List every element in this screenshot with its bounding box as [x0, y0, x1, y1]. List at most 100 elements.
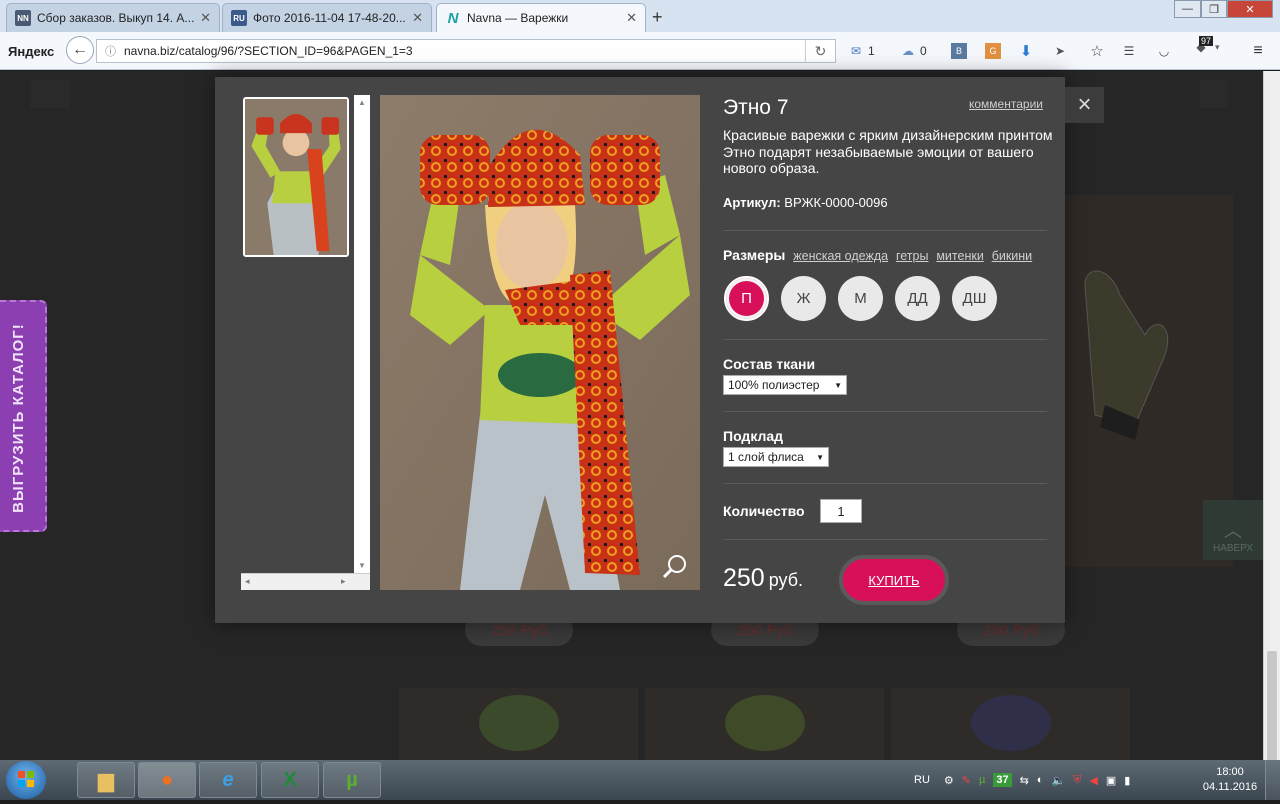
explorer-taskbar-button[interactable]: ▆: [77, 762, 135, 798]
article-line: Артикул: ВРЖК-0000-0096: [723, 195, 888, 210]
download-catalog-tab[interactable]: ВЫГРУЗИТЬ КАТАЛОГ!: [0, 300, 47, 532]
extension-icon: B: [951, 43, 967, 59]
size-link-mittens[interactable]: митенки: [936, 249, 983, 263]
tab-photo[interactable]: RU Фото 2016-11-04 17-48-20.... ✕: [222, 3, 432, 32]
send-button[interactable]: ➤: [1052, 42, 1068, 60]
info-icon[interactable]: ⓘ: [105, 43, 116, 59]
close-tab-icon[interactable]: ✕: [200, 10, 211, 26]
language-indicator[interactable]: RU: [914, 774, 930, 786]
network-icon[interactable]: ⇆: [1020, 774, 1029, 787]
tab-navna[interactable]: N Navna — Варежки ✕: [436, 3, 646, 32]
fabric-select[interactable]: 100% полиэстер ▼: [723, 375, 847, 395]
scroll-left-arrow-icon[interactable]: ◂: [245, 576, 250, 587]
shield-icon[interactable]: ⛨: [1073, 774, 1081, 787]
new-tab-button[interactable]: +: [652, 7, 663, 28]
reload-icon[interactable]: ↻: [805, 40, 835, 62]
scrollbar-thumb[interactable]: [1267, 651, 1277, 761]
size-link-bikini[interactable]: бикини: [992, 249, 1032, 263]
system-clock[interactable]: 18:00 04.11.2016: [1200, 765, 1260, 795]
product-photo-illustration: [380, 95, 700, 590]
product-main-photo[interactable]: [380, 95, 700, 590]
weather-widget[interactable]: ☁ 0: [900, 42, 927, 60]
quantity-input[interactable]: 1: [820, 499, 862, 523]
tray-app-icon[interactable]: ⚙: [944, 774, 954, 787]
close-tab-icon[interactable]: ✕: [412, 10, 423, 26]
price: 250 руб.: [723, 564, 803, 593]
size-option-m[interactable]: М: [838, 276, 883, 321]
ext-button-1[interactable]: B: [951, 42, 967, 60]
thumbnail-hscrollbar[interactable]: ◂ ▸: [241, 573, 370, 590]
app-tray-icon[interactable]: ◐: [1037, 774, 1044, 786]
utorrent-tray-icon[interactable]: µ: [979, 774, 985, 786]
scroll-down-arrow-icon[interactable]: ▼: [358, 561, 366, 570]
close-tab-icon[interactable]: ✕: [626, 10, 637, 26]
sizes-label: Размеры: [723, 247, 786, 263]
divider: [723, 411, 1047, 412]
thumbnail-image[interactable]: [243, 97, 349, 257]
navna-favicon-icon: N: [447, 9, 459, 27]
bg-hat-image: [971, 695, 1051, 751]
buy-button[interactable]: КУПИТЬ: [839, 555, 949, 605]
arrow-left-icon: ←: [72, 41, 88, 58]
tray-count-badge[interactable]: 37: [993, 773, 1012, 787]
tray-app-icon[interactable]: ✎: [962, 774, 971, 787]
scroll-right-arrow-icon[interactable]: ▸: [341, 576, 346, 587]
excel-taskbar-button[interactable]: X: [261, 762, 319, 798]
nn-favicon-icon: NN: [15, 10, 31, 26]
scroll-up-arrow-icon[interactable]: ▲: [358, 98, 366, 107]
ru-favicon-icon: RU: [231, 10, 247, 26]
divider: [723, 230, 1047, 231]
lining-value: 1 слой флиса: [728, 450, 804, 464]
menu-button[interactable]: ≡: [1250, 42, 1266, 60]
start-button[interactable]: [6, 761, 46, 799]
back-button[interactable]: ←: [66, 36, 94, 64]
hamburger-icon: ≡: [1253, 42, 1263, 59]
chevron-up-icon: ︿: [1224, 521, 1242, 541]
minimize-button[interactable]: —: [1174, 0, 1201, 18]
scroll-up-button[interactable]: ︿ НАВЕРХ: [1203, 500, 1263, 560]
volume-icon[interactable]: 🔈: [1051, 774, 1065, 787]
page-scrollbar[interactable]: [1263, 71, 1280, 761]
divider: [723, 539, 1047, 540]
signal-icon[interactable]: ▮: [1124, 774, 1130, 787]
ext-button-2[interactable]: G: [985, 42, 1001, 60]
size-option-dd[interactable]: ДД: [895, 276, 940, 321]
show-desktop-button[interactable]: [1265, 760, 1280, 800]
size-option-p[interactable]: П: [724, 276, 769, 321]
address-bar[interactable]: ⓘ navna.biz/catalog/96/?SECTION_ID=96&PA…: [96, 39, 836, 63]
maximize-button[interactable]: ❐: [1201, 0, 1227, 18]
mail-widget[interactable]: ✉ 1: [848, 42, 875, 60]
tab-orders[interactable]: NN Сбор заказов. Выкуп 14. А... ✕: [6, 3, 220, 32]
pocket-button[interactable]: ◡: [1156, 42, 1172, 60]
zoom-magnifier-icon[interactable]: [661, 553, 689, 581]
close-icon: ×: [1077, 91, 1092, 118]
size-link-womens[interactable]: женская одежда: [793, 249, 888, 263]
device-icon[interactable]: ▣: [1106, 774, 1116, 787]
ie-taskbar-button[interactable]: e: [199, 762, 257, 798]
flag-icon[interactable]: ◀: [1089, 774, 1097, 787]
lining-label: Подклад: [723, 428, 784, 444]
window-close-button[interactable]: ✕: [1227, 0, 1273, 18]
sizes-header: Размеры женская одежда гетры митенки бик…: [723, 247, 1032, 263]
chevron-down-icon: ▼: [816, 452, 824, 462]
utorrent-icon: µ: [346, 768, 358, 791]
yandex-logo[interactable]: Яндекс: [8, 44, 54, 59]
size-link-gaiters[interactable]: гетры: [896, 249, 928, 263]
lining-select[interactable]: 1 слой флиса ▼: [723, 447, 829, 467]
firefox-taskbar-button[interactable]: ●: [138, 762, 196, 798]
utorrent-taskbar-button[interactable]: µ: [323, 762, 381, 798]
list-icon: ☰: [1123, 44, 1135, 58]
thumbnail-vscrollbar[interactable]: ▲ ▼: [354, 95, 370, 573]
addon-badge-button[interactable]: ◆ 97 ▾: [1193, 36, 1220, 56]
modal-close-button[interactable]: ×: [1065, 87, 1104, 123]
bg-product-card: [399, 688, 638, 760]
bookmark-button[interactable]: ☆: [1089, 42, 1105, 60]
size-option-dsh[interactable]: ДШ: [952, 276, 997, 321]
reading-list-button[interactable]: ☰: [1121, 42, 1137, 60]
download-button[interactable]: ⬇: [1018, 42, 1034, 60]
tab-title: Navna — Варежки: [467, 11, 569, 25]
addon-badge: 97: [1199, 36, 1214, 46]
comments-link[interactable]: комментарии: [969, 97, 1043, 111]
size-option-zh[interactable]: Ж: [781, 276, 826, 321]
quantity-label: Количество: [723, 503, 805, 519]
